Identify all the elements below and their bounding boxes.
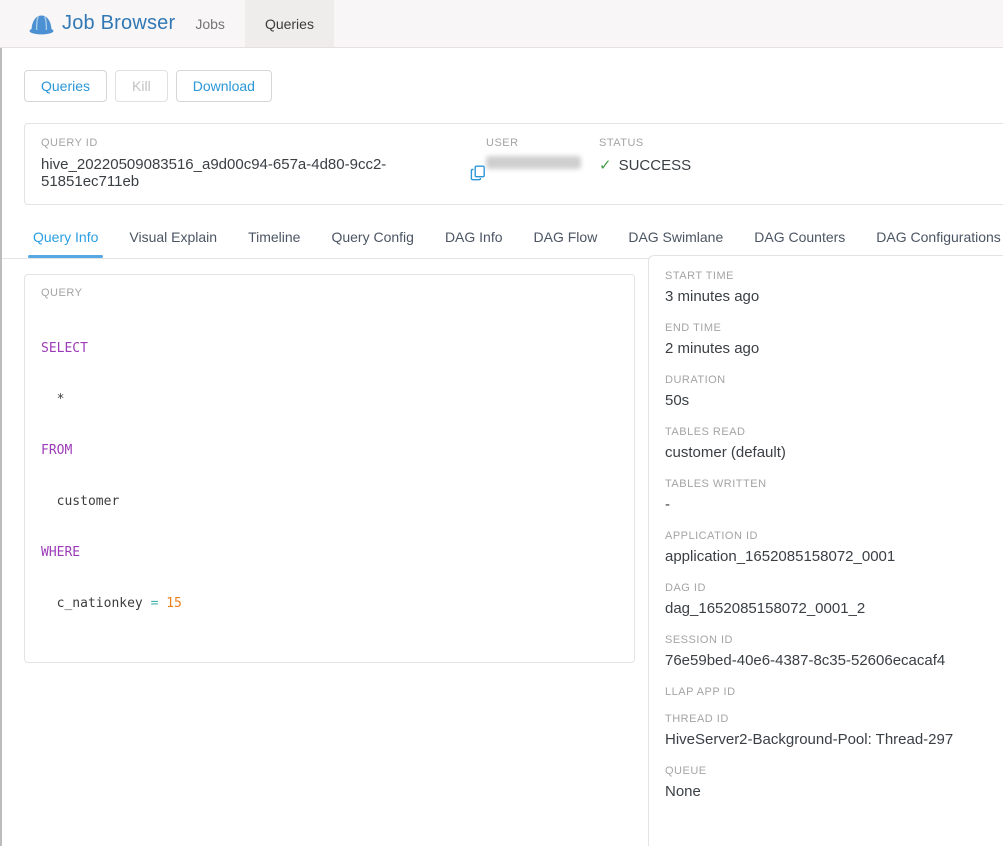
property-duration: DURATION 50s [665,374,1003,411]
property-llap-app-id: LLAP APP ID [665,686,1003,698]
query-id-field: QUERY ID hive_20220509083516_a9d00c94-65… [41,137,486,190]
query-id-label: QUERY ID [41,137,486,149]
app-header: Job Browser Jobs Queries [0,0,1003,48]
user-field: USER [486,137,599,190]
sql-number: 15 [166,596,182,611]
check-icon: ✓ [599,156,612,174]
property-value: HiveServer2-Background-Pool: Thread-297 [665,730,1003,750]
status-field: STATUS ✓ SUCCESS [599,137,691,190]
sql-line: SELECT [41,340,618,357]
property-value: 3 minutes ago [665,287,1003,307]
sql-keyword: WHERE [41,545,80,560]
sql-line: customer [41,493,618,510]
property-value: None [665,782,1003,802]
sql-text: c_nationkey [41,596,151,611]
status-badge: SUCCESS [619,157,692,174]
property-label: DURATION [665,374,1003,386]
tab-timeline[interactable]: Timeline [248,229,300,258]
property-start-time: START TIME 3 minutes ago [665,270,1003,307]
property-value: customer (default) [665,443,1003,463]
tab-dag-info[interactable]: DAG Info [445,229,503,258]
property-value: dag_1652085158072_0001_2 [665,599,1003,619]
sql-line: c_nationkey = 15 [41,595,618,612]
user-label: USER [486,137,599,149]
property-label: START TIME [665,270,1003,282]
sql-line: * [41,391,618,408]
status-label: STATUS [599,137,691,149]
property-label: SESSION ID [665,634,1003,646]
sql-text: * [41,392,64,407]
tab-dag-counters[interactable]: DAG Counters [754,229,845,258]
property-label: QUEUE [665,765,1003,777]
query-sql-card: QUERY SELECT * FROM customer WHERE c_nat… [24,274,635,663]
tab-dag-swimlane[interactable]: DAG Swimlane [628,229,723,258]
toolbar: Queries Kill Download [24,70,1003,102]
property-value: 50s [665,391,1003,411]
sql-line: WHERE [41,544,618,561]
hard-hat-icon [29,12,54,35]
tab-query-info[interactable]: Query Info [33,229,98,258]
detail-tabs: Query Info Visual Explain Timeline Query… [0,217,1003,259]
query-properties-panel: START TIME 3 minutes ago END TIME 2 minu… [648,255,1003,846]
tab-visual-explain[interactable]: Visual Explain [129,229,217,258]
property-tables-read: TABLES READ customer (default) [665,426,1003,463]
top-tab-jobs[interactable]: Jobs [175,0,245,47]
property-tables-written: TABLES WRITTEN - [665,478,1003,515]
query-summary-card: QUERY ID hive_20220509083516_a9d00c94-65… [24,123,1003,205]
sql-code: SELECT * FROM customer WHERE c_nationkey… [41,306,618,646]
property-label: TABLES READ [665,426,1003,438]
property-value: 76e59bed-40e6-4387-8c35-52606ecacaf4 [665,651,1003,671]
property-value: - [665,495,1003,515]
query-id-value: hive_20220509083516_a9d00c94-657a-4d80-9… [41,156,464,190]
property-label: THREAD ID [665,713,1003,725]
download-button[interactable]: Download [176,70,272,102]
sql-keyword: SELECT [41,341,88,356]
property-value: 2 minutes ago [665,339,1003,359]
property-dag-id: DAG ID dag_1652085158072_0001_2 [665,582,1003,619]
copy-icon[interactable] [470,165,486,181]
top-tab-queries[interactable]: Queries [245,0,334,47]
property-label: TABLES WRITTEN [665,478,1003,490]
job-browser-page: Job Browser Jobs Queries Queries Kill Do… [0,0,1003,846]
sql-keyword: FROM [41,443,72,458]
query-panel-label: QUERY [41,287,618,299]
queries-back-button[interactable]: Queries [24,70,107,102]
sql-text: customer [41,494,119,509]
property-queue: QUEUE None [665,765,1003,802]
property-application-id: APPLICATION ID application_1652085158072… [665,530,1003,567]
tab-dag-configurations[interactable]: DAG Configurations [876,229,1001,258]
property-label: DAG ID [665,582,1003,594]
property-end-time: END TIME 2 minutes ago [665,322,1003,359]
property-label: APPLICATION ID [665,530,1003,542]
sql-line: FROM [41,442,618,459]
job-browser-logo[interactable]: Job Browser [0,0,175,47]
property-label: LLAP APP ID [665,686,1003,698]
tab-dag-flow[interactable]: DAG Flow [534,229,598,258]
tab-query-config[interactable]: Query Config [331,229,413,258]
property-value: application_1652085158072_0001 [665,547,1003,567]
property-session-id: SESSION ID 76e59bed-40e6-4387-8c35-52606… [665,634,1003,671]
property-label: END TIME [665,322,1003,334]
left-edge-divider [0,48,2,846]
property-thread-id: THREAD ID HiveServer2-Background-Pool: T… [665,713,1003,750]
user-value-redacted [486,156,581,169]
kill-button[interactable]: Kill [115,70,168,102]
app-title: Job Browser [62,12,175,35]
